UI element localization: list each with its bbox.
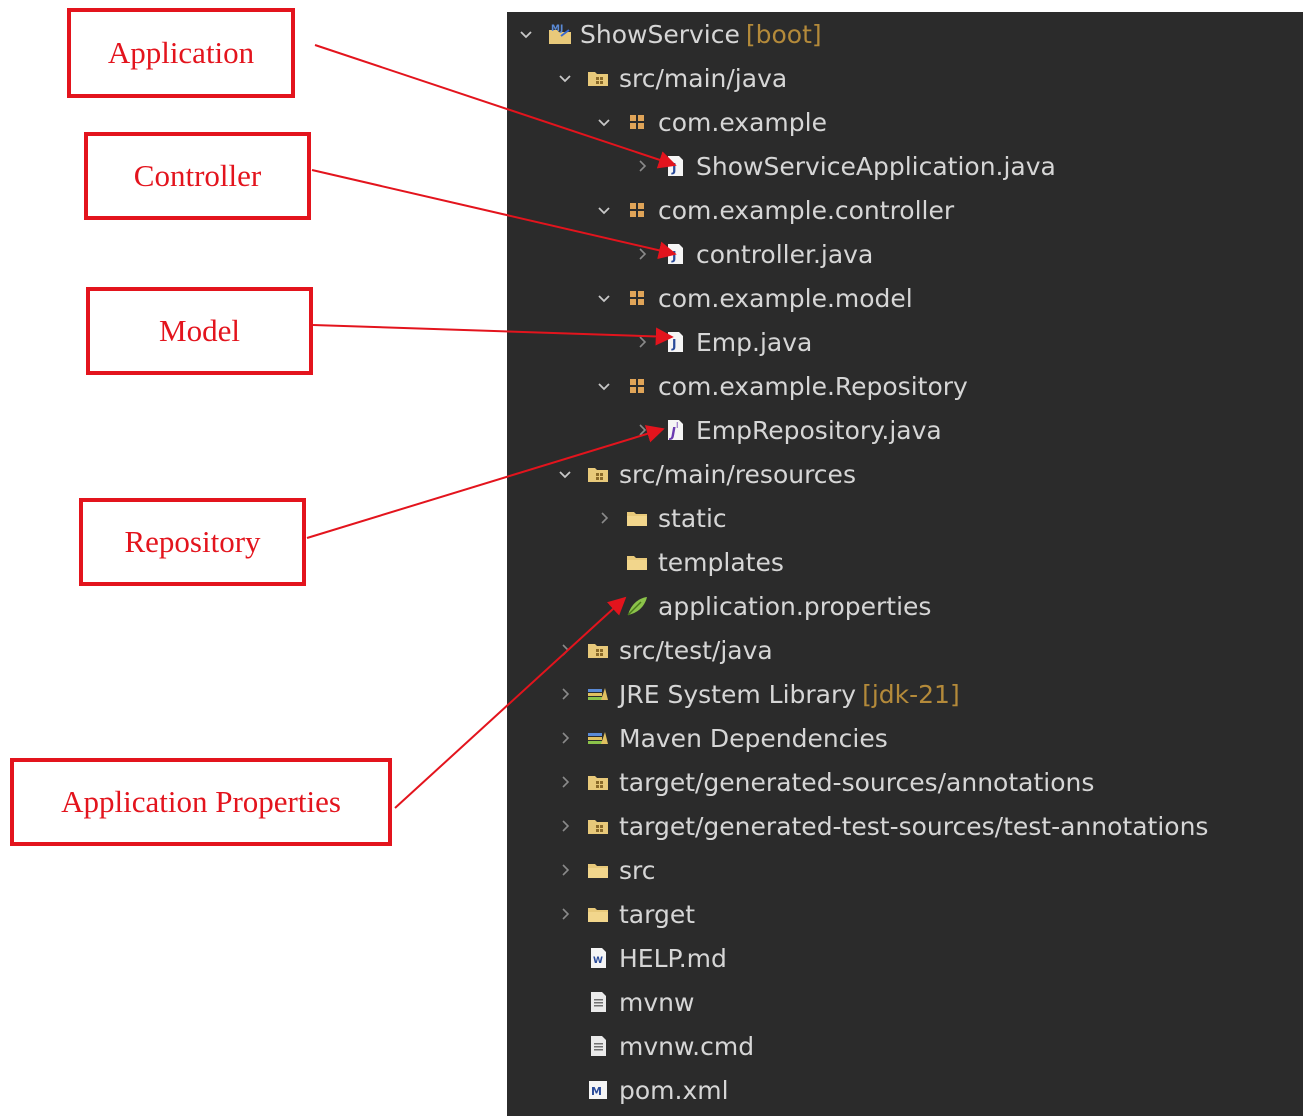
arrow-model bbox=[312, 324, 674, 346]
arrow-application bbox=[314, 44, 677, 169]
arrow-application-properties bbox=[394, 596, 627, 809]
callout-arrows bbox=[306, 44, 677, 809]
arrow-controller bbox=[311, 169, 677, 260]
arrow-repository bbox=[306, 425, 665, 539]
